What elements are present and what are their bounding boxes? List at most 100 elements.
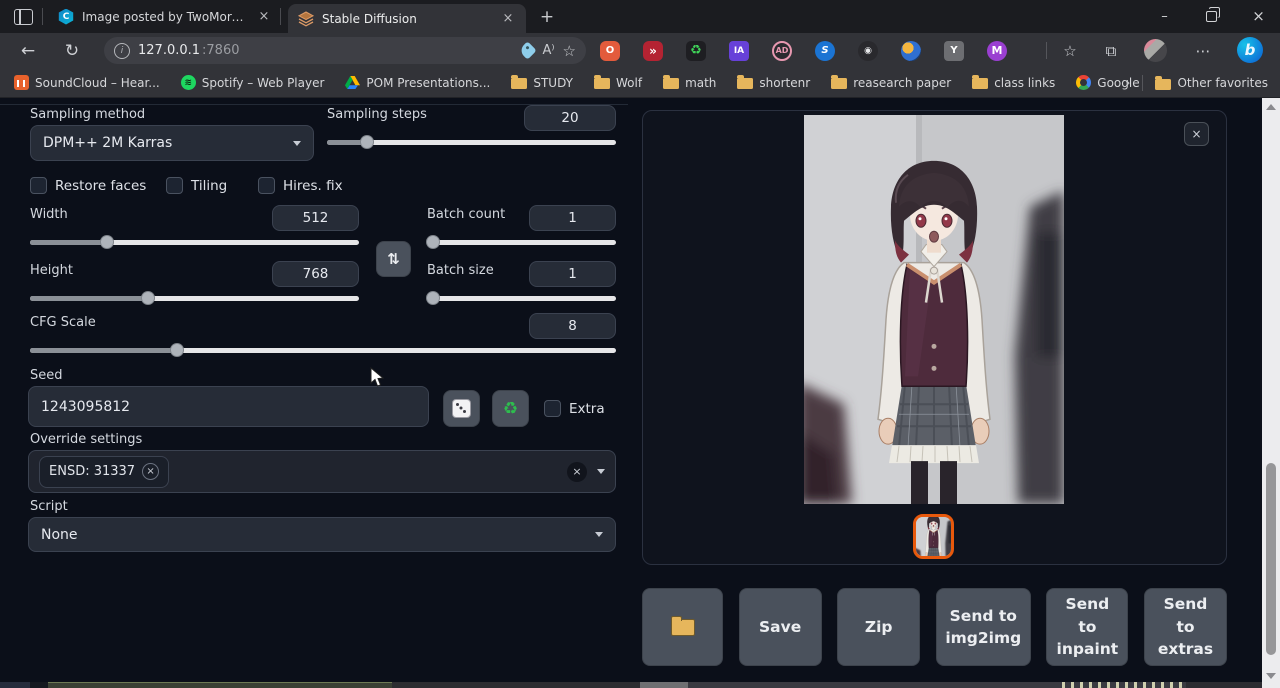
open-folder-button[interactable] bbox=[642, 588, 723, 666]
workspaces-icon[interactable] bbox=[14, 9, 33, 25]
save-button[interactable]: Save bbox=[739, 588, 822, 666]
restore-faces-option[interactable]: Restore faces bbox=[30, 177, 146, 194]
restore-faces-checkbox[interactable] bbox=[30, 177, 47, 194]
restore-button[interactable] bbox=[1189, 0, 1234, 32]
remove-token-icon[interactable]: × bbox=[142, 463, 159, 480]
horizontal-scrollbar-thumb[interactable] bbox=[48, 682, 392, 688]
close-tab-icon[interactable]: × bbox=[256, 9, 272, 24]
width-input[interactable]: 512 bbox=[272, 205, 359, 231]
read-aloud-icon[interactable]: A⁾ bbox=[542, 43, 554, 58]
zip-button[interactable]: Zip bbox=[837, 588, 920, 666]
extension-playback-icon[interactable]: » bbox=[643, 41, 663, 61]
scrollbar-thumb[interactable] bbox=[1266, 463, 1276, 655]
bookmarks-overflow-icon[interactable]: › bbox=[1125, 76, 1130, 91]
slider-knob[interactable] bbox=[426, 235, 440, 249]
slider-knob[interactable] bbox=[360, 135, 374, 149]
other-favorites[interactable]: Other favorites bbox=[1155, 76, 1268, 90]
extension-trash-icon[interactable]: ♻ bbox=[686, 41, 706, 61]
strip-segment bbox=[1186, 682, 1262, 688]
extension-y-icon[interactable]: Y bbox=[944, 41, 964, 61]
bookmark-folder-study[interactable]: STUDY bbox=[511, 76, 573, 90]
extension-ia-icon[interactable]: IA bbox=[729, 41, 749, 61]
scroll-down-icon[interactable] bbox=[1266, 673, 1276, 679]
bookmark-pom-presentations[interactable]: POM Presentations... bbox=[345, 76, 490, 90]
slider-knob[interactable] bbox=[426, 291, 440, 305]
tab-image-posted[interactable]: C Image posted by TwoMoreTimes × bbox=[48, 0, 282, 33]
bookmark-folder-reasearch-paper[interactable]: reasearch paper bbox=[831, 76, 951, 90]
send-to-extras-button[interactable]: Send to extras bbox=[1144, 588, 1227, 666]
clear-all-icon[interactable]: × bbox=[567, 462, 587, 482]
price-tag-icon[interactable] bbox=[519, 41, 537, 59]
width-slider[interactable] bbox=[30, 235, 359, 249]
bookmarks-bar: SoundCloud – Hear... ≋ Spotify – Web Pla… bbox=[0, 68, 1280, 98]
settings-menu-icon[interactable]: ⋯ bbox=[1188, 33, 1218, 68]
hires-fix-checkbox[interactable] bbox=[258, 177, 275, 194]
close-gallery-button[interactable]: × bbox=[1184, 122, 1209, 146]
collections-icon[interactable]: ⧉ bbox=[1096, 33, 1126, 68]
bookmark-spotify[interactable]: ≋ Spotify – Web Player bbox=[181, 75, 325, 90]
sampling-steps-input[interactable]: 20 bbox=[524, 105, 616, 131]
hires-fix-option[interactable]: Hires. fix bbox=[258, 177, 343, 194]
tiling-checkbox[interactable] bbox=[166, 177, 183, 194]
batch-count-label: Batch count bbox=[427, 207, 505, 222]
override-token-chip[interactable]: ENSD: 31337 × bbox=[39, 456, 169, 488]
minimize-button[interactable]: – bbox=[1142, 0, 1187, 32]
extension-s-icon[interactable]: S bbox=[815, 41, 835, 61]
send-to-img2img-button[interactable]: Send to img2img bbox=[936, 588, 1031, 666]
extension-o-icon[interactable]: O bbox=[600, 41, 620, 61]
refresh-button[interactable]: ↻ bbox=[56, 33, 88, 68]
slider-knob[interactable] bbox=[170, 343, 184, 357]
gallery-thumbnail-selected[interactable] bbox=[913, 514, 954, 559]
script-dropdown[interactable]: None bbox=[28, 517, 616, 552]
extension-m-icon[interactable]: M bbox=[987, 41, 1007, 61]
site-info-icon[interactable]: i bbox=[114, 43, 130, 59]
height-slider[interactable] bbox=[30, 291, 359, 305]
bing-chat-icon[interactable]: b bbox=[1237, 37, 1263, 63]
sampling-steps-slider[interactable] bbox=[327, 135, 616, 149]
back-button[interactable]: ← bbox=[12, 33, 44, 68]
close-window-button[interactable]: × bbox=[1236, 0, 1280, 32]
extra-checkbox[interactable] bbox=[544, 400, 561, 417]
vertical-scrollbar[interactable] bbox=[1262, 98, 1280, 688]
bookmark-soundcloud[interactable]: SoundCloud – Hear... bbox=[14, 75, 160, 90]
send-to-inpaint-button[interactable]: Send to inpaint bbox=[1046, 588, 1128, 666]
tiling-option[interactable]: Tiling bbox=[166, 177, 227, 194]
bookmark-folder-shortenr[interactable]: shortenr bbox=[737, 76, 810, 90]
new-tab-button[interactable]: + bbox=[536, 6, 558, 28]
slider-knob[interactable] bbox=[141, 291, 155, 305]
reuse-seed-button[interactable]: ♻ bbox=[492, 390, 529, 427]
override-settings-dropdown[interactable]: ENSD: 31337 × × bbox=[28, 450, 616, 493]
batch-count-input[interactable]: 1 bbox=[529, 205, 616, 231]
extra-label: Extra bbox=[569, 401, 605, 417]
add-favorite-icon[interactable]: ☆ bbox=[563, 42, 576, 60]
extension-adblock-icon[interactable]: AD bbox=[772, 41, 792, 61]
batch-count-slider[interactable] bbox=[427, 235, 616, 249]
swap-width-height-button[interactable]: ⇅ bbox=[376, 241, 411, 277]
batch-size-slider[interactable] bbox=[427, 291, 616, 305]
bookmark-folder-class-links[interactable]: class links bbox=[972, 76, 1055, 90]
generated-image[interactable] bbox=[804, 115, 1064, 504]
mouse-cursor bbox=[370, 367, 384, 388]
bookmark-folder-wolf[interactable]: Wolf bbox=[594, 76, 642, 90]
seed-label: Seed bbox=[30, 368, 63, 383]
folder-icon bbox=[663, 78, 679, 89]
height-input[interactable]: 768 bbox=[272, 261, 359, 287]
random-seed-button[interactable] bbox=[443, 390, 480, 427]
bookmark-folder-math[interactable]: math bbox=[663, 76, 716, 90]
sampling-method-dropdown[interactable]: DPM++ 2M Karras bbox=[30, 125, 314, 161]
slider-knob[interactable] bbox=[100, 235, 114, 249]
tab-stable-diffusion[interactable]: Stable Diffusion × bbox=[288, 4, 526, 33]
cfg-scale-slider[interactable] bbox=[30, 343, 616, 357]
cfg-scale-input[interactable]: 8 bbox=[529, 313, 616, 339]
close-tab-icon[interactable]: × bbox=[500, 11, 516, 26]
scroll-up-icon[interactable] bbox=[1266, 104, 1276, 110]
seed-input[interactable]: 1243095812 bbox=[28, 386, 429, 427]
profile-avatar[interactable] bbox=[1144, 39, 1167, 62]
extension-globe-icon[interactable] bbox=[901, 41, 921, 61]
favorites-list-icon[interactable]: ☆ bbox=[1055, 33, 1085, 68]
extension-pin-icon[interactable]: ◉ bbox=[858, 41, 878, 61]
other-favorites-label: Other favorites bbox=[1177, 76, 1268, 90]
address-bar[interactable]: i 127.0.0.1:7860 A⁾ ☆ bbox=[104, 37, 586, 64]
extra-seed-option[interactable]: Extra bbox=[544, 400, 605, 417]
batch-size-input[interactable]: 1 bbox=[529, 261, 616, 287]
